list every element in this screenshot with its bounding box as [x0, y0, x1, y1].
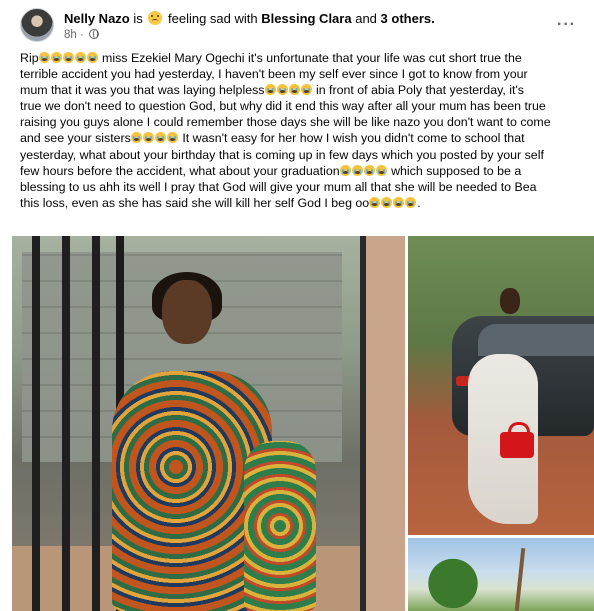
crying-face-icon	[74, 52, 86, 63]
crying-face-icon	[351, 164, 363, 176]
author-avatar[interactable]	[20, 8, 54, 42]
post-text-line: blessing to us ahh its well I pray that …	[20, 179, 582, 195]
text-segment: in front of abia Poly that yesterday, it…	[312, 83, 525, 98]
crying-face-icon	[363, 164, 375, 176]
crying-face-icon	[50, 52, 62, 63]
post-body: Rip miss Ezekiel Mary Ogechi it's unfort…	[20, 50, 582, 211]
facebook-post: Nelly Nazo is feeling sad with Blessing …	[0, 0, 594, 611]
text-segment: few hours before the accident, what abou…	[20, 163, 340, 178]
crying-face-icon	[276, 84, 288, 96]
crying-face-icon	[288, 84, 300, 96]
tree-trunk	[514, 547, 526, 611]
tagged-others[interactable]: 3 others.	[381, 11, 435, 26]
photo-trees-sky[interactable]	[408, 538, 594, 611]
text-segment: It wasn't easy for her how I wish you di…	[178, 131, 525, 146]
text-segment: miss Ezekiel Mary Ogechi it's unfortunat…	[98, 51, 522, 65]
and-text: and	[355, 11, 377, 26]
post-meta: 8h ·	[64, 28, 100, 41]
door-frame	[360, 236, 405, 611]
post-text-line: few hours before the accident, what abou…	[20, 163, 582, 179]
post-text-line: terrible accident you had yesterday, I h…	[20, 66, 582, 82]
text-segment: terrible accident you had yesterday, I h…	[20, 67, 528, 82]
post-headline: Nelly Nazo is feeling sad with Blessing …	[64, 9, 435, 26]
gate-bar	[32, 236, 40, 611]
text-segment: and see your sisters	[20, 131, 131, 146]
crying-face-icon	[38, 52, 50, 63]
child-in-dress	[244, 441, 316, 611]
tree	[418, 556, 488, 611]
crying-face-icon	[130, 132, 142, 144]
feeling-text: feeling sad with	[168, 11, 258, 26]
photo-woman-by-car[interactable]	[408, 236, 594, 535]
crying-face-icon	[381, 196, 393, 208]
photo-woman-at-gate[interactable]	[12, 236, 405, 611]
crying-face-icon	[166, 132, 178, 144]
sad-face-icon	[148, 11, 163, 25]
more-options-icon[interactable]: ···	[557, 16, 576, 34]
gate-bar	[62, 236, 70, 611]
post-text-line: this loss, even as she has said she will…	[20, 195, 582, 211]
crying-face-icon	[300, 84, 312, 96]
car-window	[478, 324, 594, 356]
crying-face-icon	[393, 196, 405, 208]
post-text-line: Rip miss Ezekiel Mary Ogechi it's unfort…	[20, 50, 582, 66]
post-text-line: raising you guys alone I could remember …	[20, 114, 582, 130]
gate-bar	[92, 236, 100, 611]
author-name[interactable]: Nelly Nazo	[64, 11, 130, 26]
crying-face-icon	[154, 132, 166, 144]
is-text: is	[133, 11, 143, 26]
red-handbag	[500, 422, 534, 458]
post-time[interactable]: 8h	[64, 29, 77, 41]
woman-face	[162, 280, 212, 344]
text-segment: which supposed to be a	[387, 163, 522, 178]
woman-head	[500, 288, 520, 314]
crying-face-icon	[375, 164, 387, 176]
post-text-line: yesterday, what about your birthday that…	[20, 147, 582, 163]
post-text-line: and see your sisters It wasn't easy for …	[20, 130, 582, 146]
tagged-person[interactable]: Blessing Clara	[261, 11, 351, 26]
crying-face-icon	[339, 164, 351, 176]
globe-icon	[89, 29, 100, 39]
text-segment: this loss, even as she has said she will…	[20, 195, 370, 210]
text-segment: blessing to us ahh its well I pray that …	[20, 179, 537, 194]
crying-face-icon	[142, 132, 154, 144]
text-segment: mum that it was you that was laying help…	[20, 83, 265, 98]
text-segment: yesterday, what about your birthday that…	[20, 147, 544, 162]
crying-face-icon	[62, 52, 74, 63]
text-segment: true we don't need to question God, but …	[20, 99, 546, 114]
text-segment: raising you guys alone I could remember …	[20, 115, 551, 130]
text-segment: .	[417, 195, 421, 210]
post-text-line: mum that it was you that was laying help…	[20, 82, 582, 98]
crying-face-icon	[405, 196, 417, 208]
crying-face-icon	[264, 84, 276, 96]
post-text-line: true we don't need to question God, but …	[20, 98, 582, 114]
post-header: Nelly Nazo is feeling sad with Blessing …	[14, 6, 584, 44]
crying-face-icon	[369, 196, 381, 208]
crying-face-icon	[86, 52, 98, 63]
text-segment: Rip	[20, 51, 39, 65]
